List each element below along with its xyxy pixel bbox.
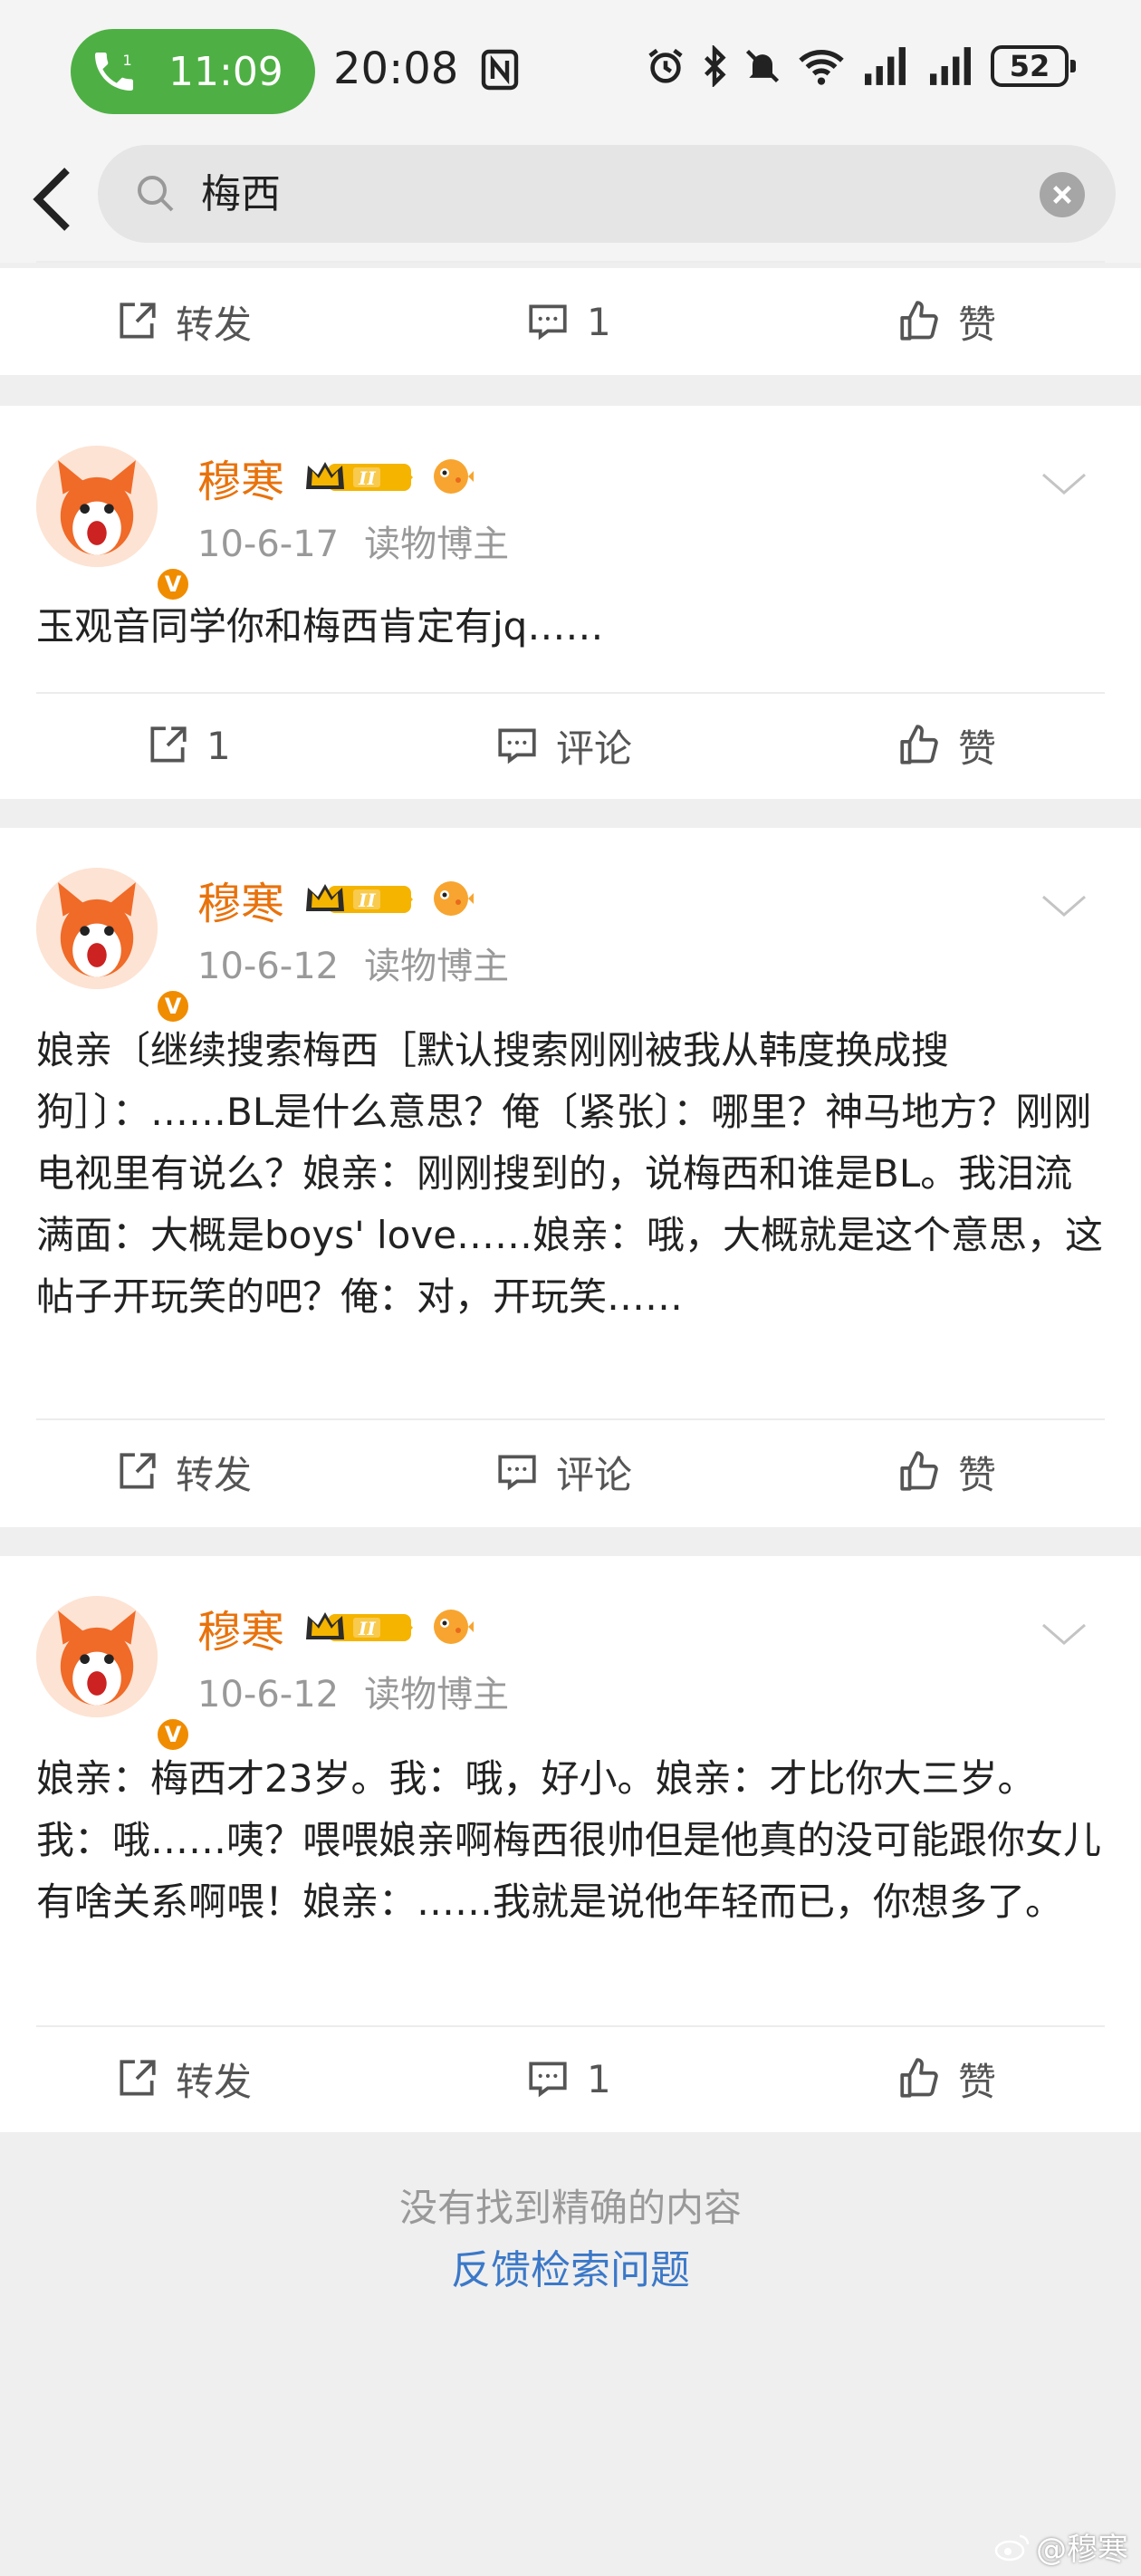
signal-icon-2 bbox=[930, 47, 971, 85]
like-button[interactable]: 赞 bbox=[896, 268, 996, 375]
post-card[interactable]: V 穆寒 II 10-6-17 读物博主 玉观音同学你和梅西肯定有jq…… 1 评… bbox=[0, 406, 1141, 799]
post-card[interactable]: V 穆寒 II 10-6-12 读物博主 娘亲〔继续搜索梅西［默认搜索刚刚被我从韩… bbox=[0, 828, 1141, 1527]
post-card[interactable]: V 穆寒 II 10-6-12 读物博主 娘亲：梅西才23岁。我：哦，好小。娘亲：… bbox=[0, 1556, 1141, 2132]
repost-button[interactable]: 转发 bbox=[114, 1418, 252, 1525]
status-bar: 1 11:09 20:08 52 bbox=[0, 0, 1141, 136]
ongoing-call-pill[interactable]: 1 11:09 bbox=[71, 29, 315, 114]
thumbs-up-icon bbox=[900, 2058, 938, 2098]
divider bbox=[36, 261, 1105, 263]
thumbs-up-icon bbox=[900, 725, 938, 764]
share-icon bbox=[150, 726, 187, 763]
repost-button[interactable]: 1 bbox=[145, 692, 231, 799]
svg-text:II: II bbox=[358, 889, 376, 911]
like-button[interactable]: 赞 bbox=[896, 692, 996, 799]
pufferfish-emoji-icon bbox=[434, 881, 474, 916]
chevron-down-icon[interactable] bbox=[1040, 1620, 1088, 1648]
post-text: 玉观音同学你和梅西肯定有jq…… bbox=[36, 604, 604, 649]
vip-crown-badge-icon: II bbox=[306, 884, 413, 913]
svg-text:II: II bbox=[358, 1618, 376, 1639]
comment-button[interactable]: 1 bbox=[525, 2025, 611, 2132]
repost-button[interactable]: 转发 bbox=[114, 268, 252, 375]
back-arrow-icon[interactable] bbox=[27, 163, 78, 235]
pufferfish-emoji-icon bbox=[434, 1610, 474, 1644]
comment-button[interactable]: 评论 bbox=[494, 1418, 632, 1525]
comment-icon bbox=[498, 1455, 536, 1491]
signal-icon bbox=[865, 47, 906, 85]
vip-crown-badge-icon: II bbox=[306, 462, 413, 491]
phone-icon: 1 bbox=[95, 52, 133, 91]
action-bar: 转发 1 赞 bbox=[0, 268, 1141, 375]
fox-avatar-icon bbox=[36, 446, 158, 567]
comment-icon bbox=[529, 304, 567, 341]
bluetooth-icon bbox=[705, 45, 726, 87]
svg-text:II: II bbox=[358, 467, 376, 489]
like-button[interactable]: 赞 bbox=[896, 1418, 996, 1525]
clear-icon[interactable] bbox=[1040, 172, 1085, 217]
share-icon bbox=[120, 2060, 156, 2096]
search-header bbox=[0, 136, 1141, 263]
battery-indicator: 52 bbox=[991, 45, 1076, 87]
post-meta: 10-6-17 读物博主 bbox=[197, 524, 510, 565]
search-input[interactable] bbox=[201, 167, 925, 213]
share-icon bbox=[120, 303, 156, 339]
feedback-link[interactable]: 反馈检索问题 bbox=[0, 2237, 1141, 2295]
mute-bell-icon bbox=[745, 49, 780, 83]
comment-button[interactable]: 评论 bbox=[494, 692, 632, 799]
call-duration: 11:09 bbox=[168, 48, 283, 95]
post-meta: 10-6-12 读物博主 bbox=[197, 1674, 510, 1716]
post-text: 娘亲：梅西才23岁。我：哦，好小。娘亲：才比你大三岁。我：哦……咦？喂喂娘亲啊梅… bbox=[36, 1756, 1102, 1924]
no-result-text: 没有找到精确的内容 bbox=[398, 2186, 742, 2230]
post-text: 娘亲〔继续搜索梅西［默认搜索刚刚被我从韩度换成搜狗］〕：……BL是什么意思？俺〔… bbox=[36, 1028, 1104, 1319]
username[interactable]: 穆寒 bbox=[197, 1596, 284, 1659]
pufferfish-emoji-icon bbox=[434, 459, 474, 494]
alarm-icon bbox=[648, 48, 683, 83]
search-box[interactable] bbox=[98, 145, 1116, 243]
status-icons: 52 bbox=[645, 45, 1076, 87]
chevron-down-icon[interactable] bbox=[1040, 469, 1088, 498]
fox-avatar-icon bbox=[36, 868, 158, 989]
clock: 20:08 bbox=[333, 43, 459, 94]
fox-avatar-icon bbox=[36, 1596, 158, 1717]
chevron-down-icon[interactable] bbox=[1040, 891, 1088, 920]
username[interactable]: 穆寒 bbox=[197, 868, 284, 931]
weibo-logo-icon bbox=[994, 2534, 1030, 2561]
post-meta: 10-6-12 读物博主 bbox=[197, 946, 510, 987]
comment-icon bbox=[498, 728, 536, 764]
svg-text:1: 1 bbox=[122, 52, 131, 69]
avatar[interactable]: V bbox=[36, 446, 192, 603]
like-button[interactable]: 赞 bbox=[896, 2025, 996, 2132]
share-icon bbox=[120, 1453, 156, 1489]
avatar[interactable]: V bbox=[36, 1596, 192, 1754]
wifi-icon bbox=[799, 50, 844, 85]
username[interactable]: 穆寒 bbox=[197, 446, 284, 509]
avatar[interactable]: V bbox=[36, 868, 192, 1025]
comment-button[interactable]: 1 bbox=[525, 268, 611, 375]
watermark: @穆寒 bbox=[994, 2524, 1128, 2569]
nfc-icon bbox=[481, 49, 519, 91]
repost-button[interactable]: 转发 bbox=[114, 2025, 252, 2132]
comment-icon bbox=[529, 2062, 567, 2098]
thumbs-up-icon bbox=[900, 301, 938, 341]
vip-crown-badge-icon: II bbox=[306, 1612, 413, 1641]
thumbs-up-icon bbox=[900, 1451, 938, 1491]
search-icon bbox=[138, 176, 174, 212]
